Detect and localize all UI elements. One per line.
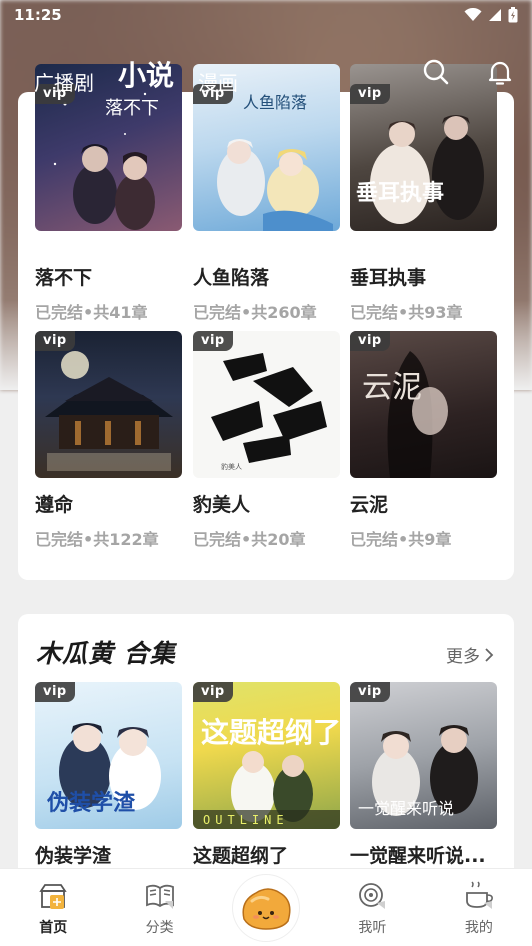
battery-icon (508, 7, 518, 23)
signal-icon (489, 9, 501, 21)
cover-art: 一觉醒来听说 (358, 725, 478, 818)
book-item[interactable]: 落不下 (35, 64, 182, 231)
nav-listen[interactable]: 我听 (319, 869, 425, 946)
book-title[interactable]: 一觉醒来听说... (350, 841, 497, 868)
cover-title-text: 豹美人 (221, 462, 242, 471)
vip-badge: vip (35, 682, 75, 702)
vip-badge: vip (193, 331, 233, 351)
cover-art: 云泥 (362, 351, 448, 478)
book-meta: 已完结•共9章 (350, 530, 452, 549)
book-item[interactable]: 人鱼陷落 (193, 64, 340, 231)
book-info: 垂耳执事 已完结•共93章 (350, 251, 497, 323)
vip-badge: vip (35, 331, 75, 351)
novel-grid-card: 落不下 人鱼陷落 垂耳执事 vip vip vip 落不下 已完结•共41章 人… (18, 64, 514, 580)
cover-art: 伪装学渣 (46, 723, 161, 816)
book-item[interactable]: 伪装学渣 vip 伪装学渣 (35, 682, 182, 868)
bell-icon[interactable] (486, 58, 514, 86)
book-meta: 已完结•共41章 (35, 303, 148, 322)
book-cover: 这题超纲了 OUTLINE (193, 682, 340, 829)
book-title[interactable]: 垂耳执事 (350, 263, 497, 290)
book-info: 落不下 已完结•共41章 (35, 251, 182, 323)
bun-mascot-icon (242, 888, 291, 930)
nav-profile[interactable]: 我的 (426, 869, 532, 946)
book-meta: 已完结•共260章 (193, 303, 317, 322)
bun-mascot-button[interactable] (233, 875, 300, 941)
nav-label: 分类 (145, 920, 174, 936)
wifi-icon (464, 8, 482, 21)
status-icons (464, 7, 518, 23)
cover-title-text: 这题超纲了 (201, 716, 340, 749)
status-time: 11:25 (14, 6, 62, 24)
book-cover: 一觉醒来听说 (350, 682, 497, 829)
book-cover: 云泥 (350, 331, 497, 478)
book-title[interactable]: 落不下 (35, 263, 182, 290)
more-label: 更多 (446, 647, 480, 667)
cover-art: 豹美人 (211, 353, 327, 471)
book-title[interactable]: 伪装学渣 (35, 841, 182, 868)
book-cover: 豹美人 (193, 331, 340, 478)
nav-label: 我听 (358, 920, 387, 936)
cover-subtitle-text: OUTLINE (203, 813, 289, 827)
book-item[interactable]: 豹美人 vip 豹美人 已完结•共20章 (193, 331, 340, 550)
vip-badge: vip (193, 682, 233, 702)
search-icon[interactable] (422, 58, 450, 86)
nav-actions (422, 58, 514, 86)
tab-novel[interactable]: 小说 (118, 54, 174, 106)
book-item[interactable]: vip 遵命 已完结•共122章 (35, 331, 182, 550)
cover-title-text: 云泥 (362, 370, 422, 405)
status-bar: 11:25 (0, 0, 532, 30)
top-nav: 广播剧 小说 漫画 (0, 50, 532, 106)
home-icon (39, 884, 67, 909)
cover-art: 这题超纲了 OUTLINE (193, 716, 340, 829)
nav-mascot[interactable] (213, 869, 319, 946)
profile-icon (465, 881, 493, 909)
chevron-right-icon (485, 647, 494, 662)
book-title[interactable]: 云泥 (350, 490, 497, 517)
listen-icon (359, 883, 386, 909)
section-title-text: 木瓜黄 合集 (36, 639, 176, 668)
bottom-nav: 首页 分类 我听 我的 (0, 868, 532, 946)
book-item[interactable]: 垂耳执事 (350, 64, 497, 231)
book-meta: 已完结•共122章 (35, 530, 159, 549)
cover-title-text: 一觉醒来听说 (358, 799, 454, 818)
book-item[interactable]: 一觉醒来听说 vip 一觉醒来听说... (350, 682, 497, 868)
book-title[interactable]: 人鱼陷落 (193, 263, 340, 290)
book-info: 人鱼陷落 已完结•共260章 (193, 251, 340, 323)
book-icon (145, 884, 174, 909)
vip-badge: vip (350, 682, 390, 702)
book-item[interactable]: 这题超纲了 OUTLINE vip 这题超纲了 (193, 682, 340, 868)
more-link[interactable]: 更多 (446, 642, 494, 667)
nav-label: 首页 (39, 920, 68, 936)
book-title[interactable]: 遵命 (35, 490, 182, 517)
section-title: 木瓜黄 合集 (36, 634, 196, 670)
cover-title-text: 垂耳执事 (356, 180, 444, 206)
vip-badge: vip (350, 331, 390, 351)
book-meta: 已完结•共93章 (350, 303, 463, 322)
book-cover (35, 331, 182, 478)
cover-art (45, 351, 173, 471)
cover-title-text: 伪装学渣 (46, 790, 136, 816)
nav-category[interactable]: 分类 (106, 869, 212, 946)
tab-comic[interactable]: 漫画 (198, 67, 238, 106)
book-title[interactable]: 豹美人 (193, 490, 340, 517)
book-item[interactable]: 云泥 vip 云泥 已完结•共9章 (350, 331, 497, 550)
nav-home[interactable]: 首页 (0, 869, 106, 946)
book-meta: 已完结•共20章 (193, 530, 306, 549)
book-title[interactable]: 这题超纲了 (193, 841, 340, 868)
book-cover: 伪装学渣 (35, 682, 182, 829)
tab-radio-drama[interactable]: 广播剧 (34, 67, 94, 106)
nav-label: 我的 (464, 920, 493, 936)
